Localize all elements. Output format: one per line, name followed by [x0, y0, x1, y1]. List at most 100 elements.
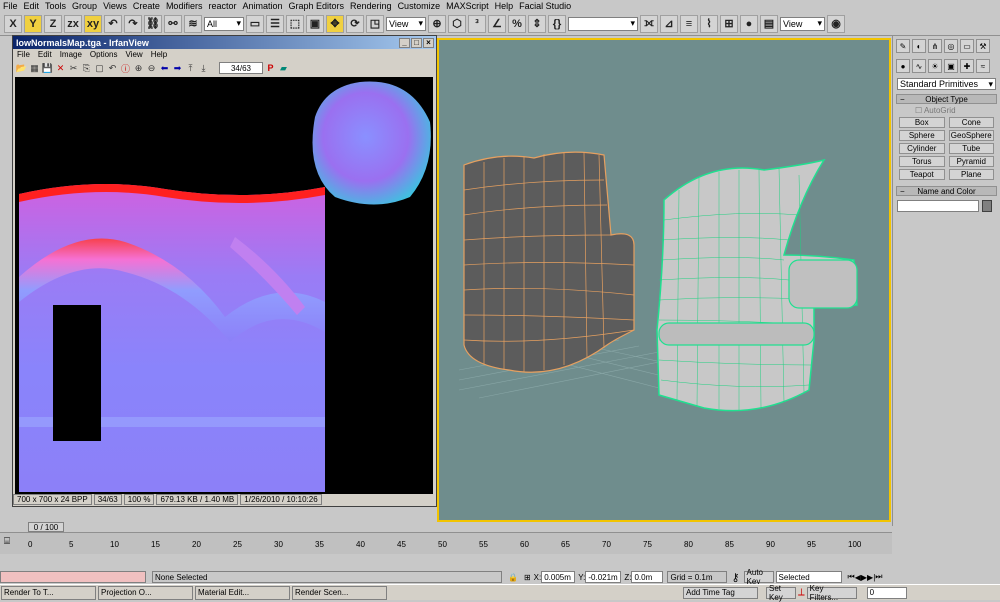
menu-create[interactable]: Create: [130, 1, 163, 11]
scan-icon[interactable]: ▰: [278, 63, 289, 74]
plane-button[interactable]: Plane: [948, 169, 994, 180]
key-filters-button[interactable]: Key Filters...: [806, 584, 857, 602]
render-view-dropdown[interactable]: View ▾: [780, 16, 825, 31]
box-button[interactable]: Box: [899, 117, 945, 128]
zoom-in-icon[interactable]: ⊕: [133, 63, 144, 74]
menu-views[interactable]: Views: [100, 1, 130, 11]
slideshow-icon[interactable]: ▦: [29, 63, 40, 74]
irfan-menu-edit[interactable]: Edit: [34, 50, 56, 59]
primitive-type-dropdown[interactable]: Standard Primitives ▾: [897, 78, 996, 90]
display-tab-icon[interactable]: ▭: [960, 39, 974, 53]
unlink-icon[interactable]: ⚯: [164, 14, 182, 33]
x-coordinate-field[interactable]: 0.005m: [541, 571, 576, 583]
sphere-button[interactable]: Sphere: [899, 130, 945, 141]
selection-filter-dropdown[interactable]: All ▾: [204, 16, 244, 31]
material-editor-icon[interactable]: ●: [740, 14, 758, 33]
select-by-name-icon[interactable]: ☰: [266, 14, 284, 33]
scale-icon[interactable]: ◳: [366, 14, 384, 33]
goto-start-icon[interactable]: ⏮: [848, 572, 855, 582]
open-icon[interactable]: 📂: [16, 63, 27, 74]
object-name-input[interactable]: [897, 200, 979, 212]
task-render-to-texture[interactable]: Render To T...: [1, 585, 96, 600]
next-frame-icon[interactable]: ▶|: [867, 573, 875, 582]
set-key-button[interactable]: Set Key: [766, 584, 796, 602]
irfan-menu-options[interactable]: Options: [86, 50, 122, 59]
menu-facial-studio[interactable]: Facial Studio: [516, 1, 574, 11]
perspective-viewport[interactable]: [437, 38, 891, 522]
maxscript-listener[interactable]: [0, 571, 146, 583]
time-slider-track[interactable]: 0 / 100: [0, 522, 892, 532]
layer-manager-icon[interactable]: ≡: [680, 14, 698, 33]
restrict-xy-button[interactable]: xy: [84, 14, 102, 33]
cut-icon[interactable]: ✂: [68, 63, 79, 74]
restrict-y-button[interactable]: Y: [24, 14, 42, 33]
geosphere-button[interactable]: GeoSphere: [948, 130, 994, 141]
spacewarps-icon[interactable]: ≈: [976, 59, 990, 73]
object-type-rollout[interactable]: − Object Type: [896, 94, 997, 104]
mirror-icon[interactable]: ⟗: [640, 14, 658, 33]
menu-customize[interactable]: Customize: [395, 1, 444, 11]
highpoly-mesh[interactable]: [656, 158, 858, 412]
pyramid-button[interactable]: Pyramid: [948, 156, 994, 167]
menu-maxscript[interactable]: MAXScript: [443, 1, 492, 11]
teapot-button[interactable]: Teapot: [899, 169, 945, 180]
close-icon[interactable]: ×: [423, 37, 434, 48]
auto-key-button[interactable]: Auto Key: [743, 568, 774, 586]
cylinder-button[interactable]: Cylinder: [899, 143, 945, 154]
render-setup-icon[interactable]: ▤: [760, 14, 778, 33]
torus-button[interactable]: Torus: [899, 156, 945, 167]
print-icon[interactable]: P: [265, 63, 276, 74]
menu-tools[interactable]: Tools: [42, 1, 69, 11]
key-mode-icon[interactable]: ⚷: [731, 571, 739, 584]
reference-coordinate-dropdown[interactable]: View ▾: [386, 16, 426, 31]
menu-edit[interactable]: Edit: [21, 1, 43, 11]
irfan-menu-view[interactable]: View: [122, 50, 147, 59]
info-icon[interactable]: ⓘ: [120, 63, 131, 74]
autogrid-checkbox[interactable]: ☐ AutoGrid: [893, 106, 1000, 115]
y-coordinate-field[interactable]: -0.021m: [585, 571, 622, 583]
mini-curve-editor-icon[interactable]: ⌸: [4, 536, 10, 547]
tube-button[interactable]: Tube: [948, 143, 994, 154]
move-icon[interactable]: ✥: [326, 14, 344, 33]
current-frame-field[interactable]: 0: [866, 586, 907, 599]
time-slider-thumb[interactable]: 0 / 100: [28, 522, 64, 532]
delete-icon[interactable]: ✕: [55, 63, 66, 74]
shapes-icon[interactable]: ∿: [912, 59, 926, 73]
selection-set-dropdown[interactable]: Selected: [775, 571, 842, 583]
window-crossing-icon[interactable]: ▣: [306, 14, 324, 33]
motion-tab-icon[interactable]: ◎: [944, 39, 958, 53]
irfan-menu-image[interactable]: Image: [56, 50, 86, 59]
next-icon[interactable]: ➡: [172, 63, 183, 74]
select-manipulate-icon[interactable]: ⬡: [448, 14, 466, 33]
spinner-snap-icon[interactable]: ⇕: [528, 14, 546, 33]
maximize-icon[interactable]: □: [411, 37, 422, 48]
redo-icon[interactable]: ↷: [124, 14, 142, 33]
restrict-x-button[interactable]: X: [4, 14, 22, 33]
paste-icon[interactable]: ▢: [94, 63, 105, 74]
bind-space-warp-icon[interactable]: ≋: [184, 14, 202, 33]
undo-icon[interactable]: ↶: [107, 63, 118, 74]
menu-help[interactable]: Help: [492, 1, 517, 11]
lowpoly-mesh[interactable]: [463, 151, 635, 373]
name-and-color-rollout[interactable]: − Name and Color: [896, 186, 997, 196]
menu-file[interactable]: File: [0, 1, 21, 11]
z-coordinate-field[interactable]: 0.0m: [631, 571, 664, 583]
set-key-icon[interactable]: ⟂: [798, 587, 805, 598]
angle-snap-icon[interactable]: ∠: [488, 14, 506, 33]
zoom-out-icon[interactable]: ⊖: [146, 63, 157, 74]
snap-3d-icon[interactable]: ³: [468, 14, 486, 33]
add-time-tag-button[interactable]: Add Time Tag: [683, 586, 758, 599]
menu-reactor[interactable]: reactor: [205, 1, 239, 11]
quick-render-icon[interactable]: ◉: [827, 14, 845, 33]
minimize-icon[interactable]: _: [399, 37, 410, 48]
irfanview-titlebar[interactable]: lowNormalsMap.tga - IrfanView _ □ ×: [13, 36, 436, 49]
edit-named-selection-icon[interactable]: {}: [548, 14, 566, 33]
irfan-menu-file[interactable]: File: [13, 50, 34, 59]
menu-rendering[interactable]: Rendering: [347, 1, 395, 11]
page-counter-field[interactable]: 34/63: [219, 62, 263, 74]
curve-editor-icon[interactable]: ⌇: [700, 14, 718, 33]
percent-snap-icon[interactable]: %: [508, 14, 526, 33]
select-object-icon[interactable]: ▭: [246, 14, 264, 33]
hierarchy-tab-icon[interactable]: ⋔: [928, 39, 942, 53]
irfan-menu-help[interactable]: Help: [147, 50, 171, 59]
